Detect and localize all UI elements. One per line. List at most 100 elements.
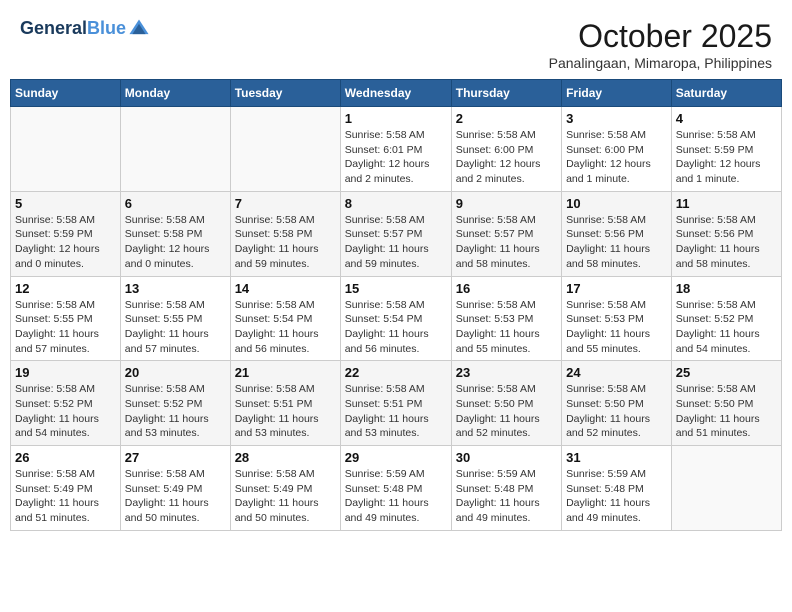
day-info: Sunrise: 5:58 AM Sunset: 5:59 PM Dayligh… [15,213,116,272]
day-number: 11 [676,196,777,211]
day-number: 18 [676,281,777,296]
day-info: Sunrise: 5:58 AM Sunset: 5:55 PM Dayligh… [125,298,226,357]
day-info: Sunrise: 5:58 AM Sunset: 5:50 PM Dayligh… [456,382,557,441]
day-info: Sunrise: 5:58 AM Sunset: 5:53 PM Dayligh… [456,298,557,357]
day-info: Sunrise: 5:58 AM Sunset: 5:52 PM Dayligh… [676,298,777,357]
calendar-cell: 12 Sunrise: 5:58 AM Sunset: 5:55 PM Dayli… [11,276,121,361]
calendar-cell: 31 Sunrise: 5:59 AM Sunset: 5:48 PM Dayli… [562,446,672,531]
day-number: 6 [125,196,226,211]
day-info: Sunrise: 5:58 AM Sunset: 5:55 PM Dayligh… [15,298,116,357]
day-number: 15 [345,281,447,296]
day-number: 16 [456,281,557,296]
calendar-cell: 25 Sunrise: 5:58 AM Sunset: 5:50 PM Dayli… [671,361,781,446]
calendar-cell: 5 Sunrise: 5:58 AM Sunset: 5:59 PM Daylig… [11,191,121,276]
day-number: 28 [235,450,336,465]
location-subtitle: Panalingaan, Mimaropa, Philippines [549,55,772,71]
calendar-cell [671,446,781,531]
calendar-cell: 18 Sunrise: 5:58 AM Sunset: 5:52 PM Dayli… [671,276,781,361]
calendar-cell: 30 Sunrise: 5:59 AM Sunset: 5:48 PM Dayli… [451,446,561,531]
calendar-cell: 9 Sunrise: 5:58 AM Sunset: 5:57 PM Daylig… [451,191,561,276]
calendar-cell [230,107,340,192]
day-number: 10 [566,196,667,211]
day-info: Sunrise: 5:58 AM Sunset: 5:58 PM Dayligh… [125,213,226,272]
day-number: 21 [235,365,336,380]
day-number: 27 [125,450,226,465]
logo: GeneralBlue [20,18,150,40]
weekday-thursday: Thursday [451,80,561,107]
day-number: 7 [235,196,336,211]
day-info: Sunrise: 5:58 AM Sunset: 5:52 PM Dayligh… [125,382,226,441]
day-info: Sunrise: 5:58 AM Sunset: 5:56 PM Dayligh… [676,213,777,272]
day-info: Sunrise: 5:58 AM Sunset: 5:58 PM Dayligh… [235,213,336,272]
calendar-week-2: 5 Sunrise: 5:58 AM Sunset: 5:59 PM Daylig… [11,191,782,276]
day-number: 5 [15,196,116,211]
day-info: Sunrise: 5:58 AM Sunset: 5:49 PM Dayligh… [125,467,226,526]
calendar-cell: 20 Sunrise: 5:58 AM Sunset: 5:52 PM Dayli… [120,361,230,446]
calendar-cell: 23 Sunrise: 5:58 AM Sunset: 5:50 PM Dayli… [451,361,561,446]
calendar-cell: 8 Sunrise: 5:58 AM Sunset: 5:57 PM Daylig… [340,191,451,276]
logo-icon [128,18,150,40]
day-number: 13 [125,281,226,296]
day-number: 29 [345,450,447,465]
calendar-cell: 15Sunrise: 5:58 AM Sunset: 5:54 PM Dayli… [340,276,451,361]
day-number: 25 [676,365,777,380]
day-info: Sunrise: 5:58 AM Sunset: 5:50 PM Dayligh… [566,382,667,441]
day-info: Sunrise: 5:58 AM Sunset: 6:00 PM Dayligh… [456,128,557,187]
day-info: Sunrise: 5:59 AM Sunset: 5:48 PM Dayligh… [345,467,447,526]
weekday-sunday: Sunday [11,80,121,107]
calendar-table: SundayMondayTuesdayWednesdayThursdayFrid… [10,79,782,531]
day-number: 14 [235,281,336,296]
weekday-wednesday: Wednesday [340,80,451,107]
calendar-cell: 3 Sunrise: 5:58 AM Sunset: 6:00 PM Daylig… [562,107,672,192]
calendar-week-1: 1 Sunrise: 5:58 AM Sunset: 6:01 PM Daylig… [11,107,782,192]
day-info: Sunrise: 5:58 AM Sunset: 5:56 PM Dayligh… [566,213,667,272]
calendar-cell [11,107,121,192]
calendar-cell: 24Sunrise: 5:58 AM Sunset: 5:50 PM Dayli… [562,361,672,446]
calendar-cell: 27 Sunrise: 5:58 AM Sunset: 5:49 PM Dayli… [120,446,230,531]
day-number: 23 [456,365,557,380]
calendar-cell: 7 Sunrise: 5:58 AM Sunset: 5:58 PM Daylig… [230,191,340,276]
day-info: Sunrise: 5:58 AM Sunset: 5:50 PM Dayligh… [676,382,777,441]
logo-text: GeneralBlue [20,19,126,39]
day-info: Sunrise: 5:58 AM Sunset: 5:49 PM Dayligh… [15,467,116,526]
day-number: 12 [15,281,116,296]
weekday-header-row: SundayMondayTuesdayWednesdayThursdayFrid… [11,80,782,107]
day-number: 22 [345,365,447,380]
day-number: 9 [456,196,557,211]
day-info: Sunrise: 5:58 AM Sunset: 5:57 PM Dayligh… [345,213,447,272]
calendar-cell: 26Sunrise: 5:58 AM Sunset: 5:49 PM Dayli… [11,446,121,531]
calendar-cell: 21 Sunrise: 5:58 AM Sunset: 5:51 PM Dayli… [230,361,340,446]
calendar-week-5: 26Sunrise: 5:58 AM Sunset: 5:49 PM Dayli… [11,446,782,531]
calendar-cell: 14 Sunrise: 5:58 AM Sunset: 5:54 PM Dayli… [230,276,340,361]
page-header: GeneralBlue October 2025 Panalingaan, Mi… [10,10,782,75]
day-number: 1 [345,111,447,126]
day-number: 20 [125,365,226,380]
weekday-tuesday: Tuesday [230,80,340,107]
day-info: Sunrise: 5:58 AM Sunset: 6:00 PM Dayligh… [566,128,667,187]
day-info: Sunrise: 5:58 AM Sunset: 5:54 PM Dayligh… [235,298,336,357]
day-number: 31 [566,450,667,465]
day-info: Sunrise: 5:58 AM Sunset: 5:59 PM Dayligh… [676,128,777,187]
day-number: 3 [566,111,667,126]
day-info: Sunrise: 5:58 AM Sunset: 5:51 PM Dayligh… [235,382,336,441]
calendar-cell: 10 Sunrise: 5:58 AM Sunset: 5:56 PM Dayli… [562,191,672,276]
day-info: Sunrise: 5:58 AM Sunset: 5:53 PM Dayligh… [566,298,667,357]
day-number: 8 [345,196,447,211]
day-number: 17 [566,281,667,296]
weekday-monday: Monday [120,80,230,107]
day-info: Sunrise: 5:58 AM Sunset: 5:52 PM Dayligh… [15,382,116,441]
day-info: Sunrise: 5:58 AM Sunset: 5:57 PM Dayligh… [456,213,557,272]
day-info: Sunrise: 5:58 AM Sunset: 5:49 PM Dayligh… [235,467,336,526]
calendar-cell: 2 Sunrise: 5:58 AM Sunset: 6:00 PM Daylig… [451,107,561,192]
weekday-saturday: Saturday [671,80,781,107]
day-info: Sunrise: 5:58 AM Sunset: 6:01 PM Dayligh… [345,128,447,187]
day-info: Sunrise: 5:59 AM Sunset: 5:48 PM Dayligh… [566,467,667,526]
calendar-cell: 28 Sunrise: 5:58 AM Sunset: 5:49 PM Dayli… [230,446,340,531]
day-number: 4 [676,111,777,126]
title-area: October 2025 Panalingaan, Mimaropa, Phil… [549,18,772,71]
calendar-cell: 11 Sunrise: 5:58 AM Sunset: 5:56 PM Dayli… [671,191,781,276]
day-number: 30 [456,450,557,465]
day-info: Sunrise: 5:59 AM Sunset: 5:48 PM Dayligh… [456,467,557,526]
calendar-cell: 6 Sunrise: 5:58 AM Sunset: 5:58 PM Daylig… [120,191,230,276]
day-number: 2 [456,111,557,126]
